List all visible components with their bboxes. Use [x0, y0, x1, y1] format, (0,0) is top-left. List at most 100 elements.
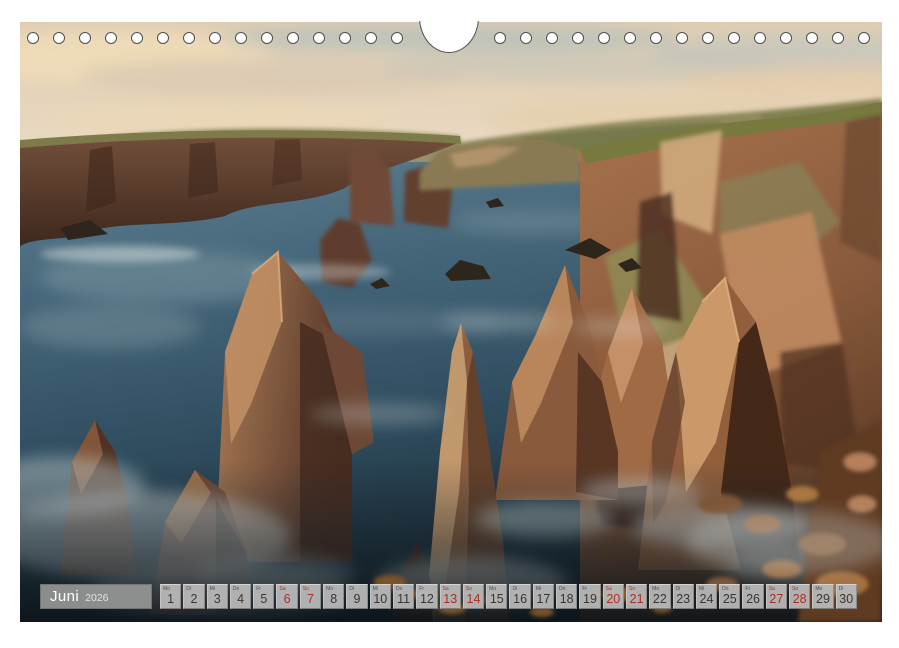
weekday-abbr: Di [186, 586, 191, 592]
day-cell: Fr 12 [416, 584, 437, 609]
month-year-label: Juni 2026 [40, 584, 152, 609]
day-cells: Mo 1 Di 2 Mi 3 Do 4 Fr 5 Sa 6 [160, 584, 857, 609]
weekday-abbr: Sa [279, 586, 285, 592]
day-number: 3 [214, 592, 221, 608]
weekday-abbr: Mi [699, 586, 704, 592]
day-number: 9 [354, 592, 361, 608]
weekday-abbr: Do [722, 586, 728, 592]
weekday-abbr: Mo [163, 586, 170, 592]
weekday-abbr: Do [233, 586, 239, 592]
weekday-abbr: Fr [419, 586, 424, 592]
punch-hole [339, 32, 351, 44]
punch-hole [858, 32, 870, 44]
punch-hole [209, 32, 221, 44]
punch-hole [391, 32, 403, 44]
weekday-abbr: Mo [815, 586, 822, 592]
weekday-abbr: Mi [536, 586, 541, 592]
day-cell: Mo 1 [160, 584, 181, 609]
punch-hole [79, 32, 91, 44]
day-number: 18 [560, 592, 574, 608]
punch-hole [235, 32, 247, 44]
date-strip: Juni 2026 Mo 1 Di 2 Mi 3 Do 4 Fr 5 [40, 584, 857, 609]
weekday-abbr: Fr [745, 586, 750, 592]
day-number: 15 [490, 592, 504, 608]
punch-hole [780, 32, 792, 44]
day-number: 24 [700, 592, 714, 608]
punch-hole [27, 32, 39, 44]
month-label: Juni [50, 588, 79, 606]
day-cell: Do 11 [393, 584, 414, 609]
weekday-abbr: Mo [489, 586, 496, 592]
day-cell: Di 23 [673, 584, 694, 609]
sea-stacks-scene [20, 22, 882, 622]
weekday-abbr: Sa [443, 586, 449, 592]
punch-hole [183, 32, 195, 44]
day-cell: Mo 22 [649, 584, 670, 609]
punch-hole [806, 32, 818, 44]
day-number: 12 [420, 592, 434, 608]
weekday-abbr: Di [512, 586, 517, 592]
punch-hole [261, 32, 273, 44]
day-number: 20 [606, 592, 620, 608]
day-cell: Sa 6 [276, 584, 297, 609]
day-cell: Fr 19 [579, 584, 600, 609]
weekday-abbr: Fr [582, 586, 587, 592]
weekday-abbr: Fr [256, 586, 261, 592]
weekday-abbr: Do [559, 586, 565, 592]
day-number: 4 [237, 592, 244, 608]
punch-hole [754, 32, 766, 44]
weekday-abbr: Mo [326, 586, 333, 592]
day-cell: Di 30 [836, 584, 857, 609]
day-cell: Mo 8 [323, 584, 344, 609]
punch-hole [313, 32, 325, 44]
day-cell: Di 2 [183, 584, 204, 609]
punch-hole [702, 32, 714, 44]
day-cell: Di 9 [346, 584, 367, 609]
day-number: 10 [373, 592, 387, 608]
punch-hole [494, 32, 506, 44]
day-number: 5 [260, 592, 267, 608]
day-cell: Do 25 [719, 584, 740, 609]
day-number: 13 [443, 592, 457, 608]
day-number: 6 [284, 592, 291, 608]
calendar-page: Juni 2026 Mo 1 Di 2 Mi 3 Do 4 Fr 5 [0, 0, 899, 648]
day-cell: So 7 [300, 584, 321, 609]
day-number: 11 [397, 592, 410, 608]
day-number: 28 [793, 592, 807, 608]
year-label: 2026 [85, 592, 108, 604]
day-number: 14 [467, 592, 481, 608]
weekday-abbr: So [792, 586, 798, 592]
weekday-abbr: So [303, 586, 309, 592]
weekday-abbr: Mi [210, 586, 215, 592]
punch-holes-row-left [27, 32, 403, 44]
day-number: 7 [307, 592, 314, 608]
punch-hole [624, 32, 636, 44]
day-number: 2 [190, 592, 197, 608]
day-number: 29 [816, 592, 830, 608]
day-number: 16 [513, 592, 527, 608]
weekday-abbr: Mi [373, 586, 378, 592]
day-cell: Sa 13 [440, 584, 461, 609]
punch-hole [546, 32, 558, 44]
day-cell: So 14 [463, 584, 484, 609]
day-number: 21 [630, 592, 644, 608]
day-cell: Mi 3 [207, 584, 228, 609]
day-number: 30 [839, 592, 853, 608]
day-cell: Fr 26 [742, 584, 763, 609]
weekday-abbr: Do [396, 586, 402, 592]
punch-hole [131, 32, 143, 44]
weekday-abbr: Di [349, 586, 354, 592]
punch-hole [105, 32, 117, 44]
punch-hole [53, 32, 65, 44]
day-cell: Mi 24 [696, 584, 717, 609]
day-cell: Sa 27 [766, 584, 787, 609]
day-cell: Sa 20 [603, 584, 624, 609]
day-cell: Mi 10 [370, 584, 391, 609]
weekday-abbr: Mo [652, 586, 659, 592]
punch-hole [650, 32, 662, 44]
day-cell: So 21 [626, 584, 647, 609]
day-number: 23 [676, 592, 690, 608]
weekday-abbr: Di [839, 586, 844, 592]
day-number: 17 [536, 592, 550, 608]
day-number: 26 [746, 592, 760, 608]
